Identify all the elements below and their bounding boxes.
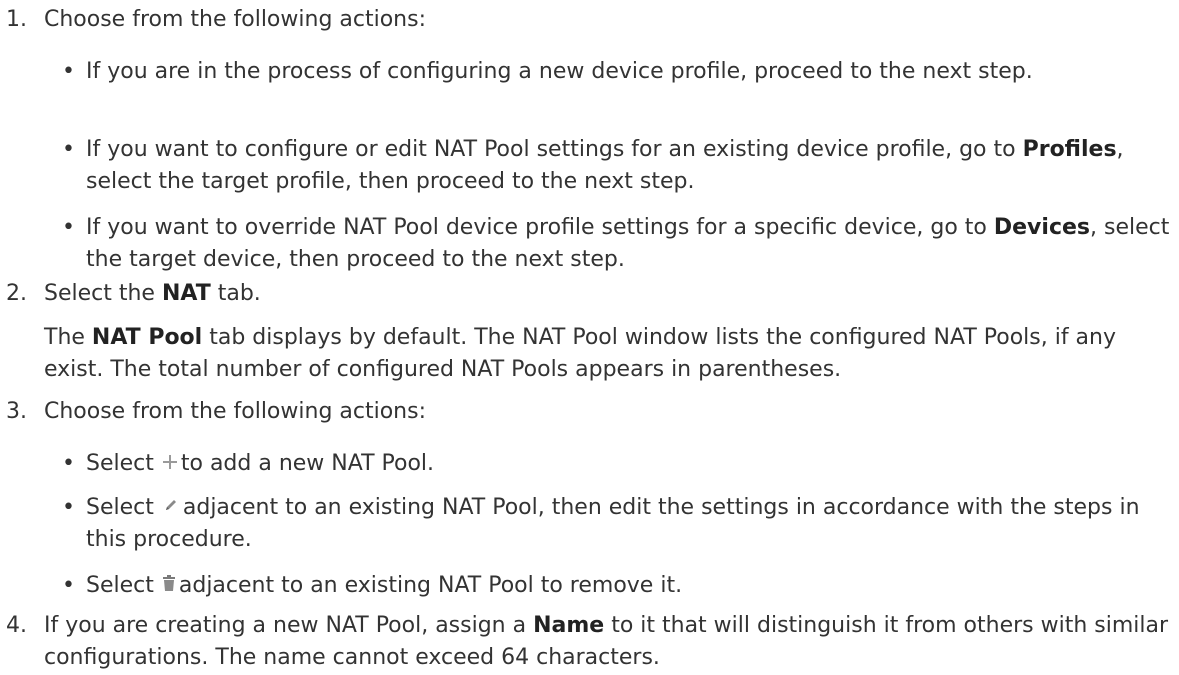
pencil-icon bbox=[165, 500, 176, 510]
step-text: Choose from the following actions: bbox=[44, 7, 426, 32]
bullet: • bbox=[62, 215, 75, 240]
bullet: • bbox=[62, 59, 75, 84]
list-item-text: If you want to override NAT Pool device … bbox=[86, 215, 1170, 272]
profiles-label: Profiles bbox=[1022, 137, 1117, 162]
step-number: 1. bbox=[6, 7, 27, 32]
step-text: If you are creating a new NAT Pool, assi… bbox=[44, 613, 1169, 670]
name-field-label: Name bbox=[533, 613, 605, 638]
step-text: Choose from the following actions: bbox=[44, 399, 426, 424]
step-text: Select the NAT tab. bbox=[44, 281, 261, 306]
list-item-text: Select to add a new NAT Pool. bbox=[86, 451, 435, 476]
trash-icon bbox=[162, 575, 175, 591]
step-number: 2. bbox=[6, 281, 27, 306]
list-item-text: Select adjacent to an existing NAT Pool,… bbox=[86, 495, 1140, 552]
bullet: • bbox=[62, 137, 75, 162]
bullet: • bbox=[62, 495, 75, 520]
plus-icon bbox=[162, 455, 177, 469]
list-item-text: If you are in the process of configuring… bbox=[86, 59, 1033, 84]
bullet: • bbox=[62, 451, 75, 476]
devices-label: Devices bbox=[993, 215, 1090, 240]
nat-tab-label: NAT bbox=[161, 281, 211, 306]
nat-pool-tab-label: NAT Pool bbox=[91, 325, 203, 350]
step-note: The NAT Pool tab displays by default. Th… bbox=[44, 325, 1117, 382]
list-item-text: If you want to configure or edit NAT Poo… bbox=[86, 137, 1124, 194]
list-item-text: Select adjacent to an existing NAT Pool … bbox=[86, 573, 683, 598]
bullet: • bbox=[62, 573, 75, 598]
step-number: 3. bbox=[6, 399, 27, 424]
step-number: 4. bbox=[6, 613, 27, 638]
